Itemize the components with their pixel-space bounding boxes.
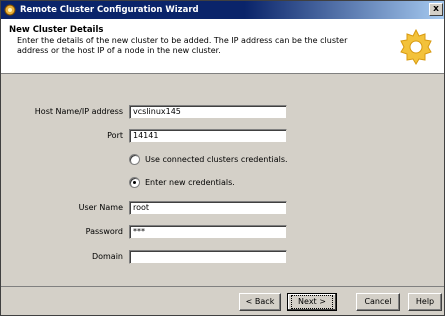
form-area: Host Name/IP address vcslinux145 Port 14… xyxy=(1,75,444,287)
close-icon: x xyxy=(433,4,439,14)
domain-label: Domain xyxy=(91,252,123,261)
next-button[interactable]: Next > xyxy=(287,293,337,311)
cluster-app-icon xyxy=(4,4,16,16)
enter-new-label: Enter new credentials. xyxy=(145,178,235,187)
next-button-label: Next > xyxy=(291,295,333,309)
username-input[interactable]: root xyxy=(129,201,287,215)
use-connected-credentials-option[interactable]: Use connected clusters credentials. xyxy=(129,154,288,165)
title-bar: Remote Cluster Configuration Wizard x xyxy=(1,1,444,19)
port-label: Port xyxy=(107,131,123,140)
page-title: New Cluster Details xyxy=(9,25,104,35)
window-title: Remote Cluster Configuration Wizard xyxy=(20,5,199,15)
host-input[interactable]: vcslinux145 xyxy=(129,105,287,119)
host-label: Host Name/IP address xyxy=(34,107,123,116)
use-connected-label: Use connected clusters credentials. xyxy=(145,155,288,164)
password-label: Password xyxy=(85,227,123,236)
wizard-window: Remote Cluster Configuration Wizard x Ne… xyxy=(0,0,445,316)
domain-input[interactable] xyxy=(129,250,287,264)
back-button[interactable]: < Back xyxy=(239,293,281,311)
cancel-button[interactable]: Cancel xyxy=(356,293,400,311)
wizard-header: New Cluster Details Enter the details of… xyxy=(1,19,444,74)
gear-icon xyxy=(400,28,432,65)
help-button[interactable]: Help xyxy=(408,293,442,311)
password-input[interactable]: *** xyxy=(129,225,287,239)
close-button[interactable]: x xyxy=(429,3,443,16)
use-connected-radio[interactable] xyxy=(129,154,140,165)
page-description: Enter the details of the new cluster to … xyxy=(17,36,348,55)
port-input[interactable]: 14141 xyxy=(129,129,287,143)
username-label: User Name xyxy=(78,203,123,212)
enter-new-credentials-option[interactable]: Enter new credentials. xyxy=(129,177,235,188)
enter-new-radio[interactable] xyxy=(129,177,140,188)
